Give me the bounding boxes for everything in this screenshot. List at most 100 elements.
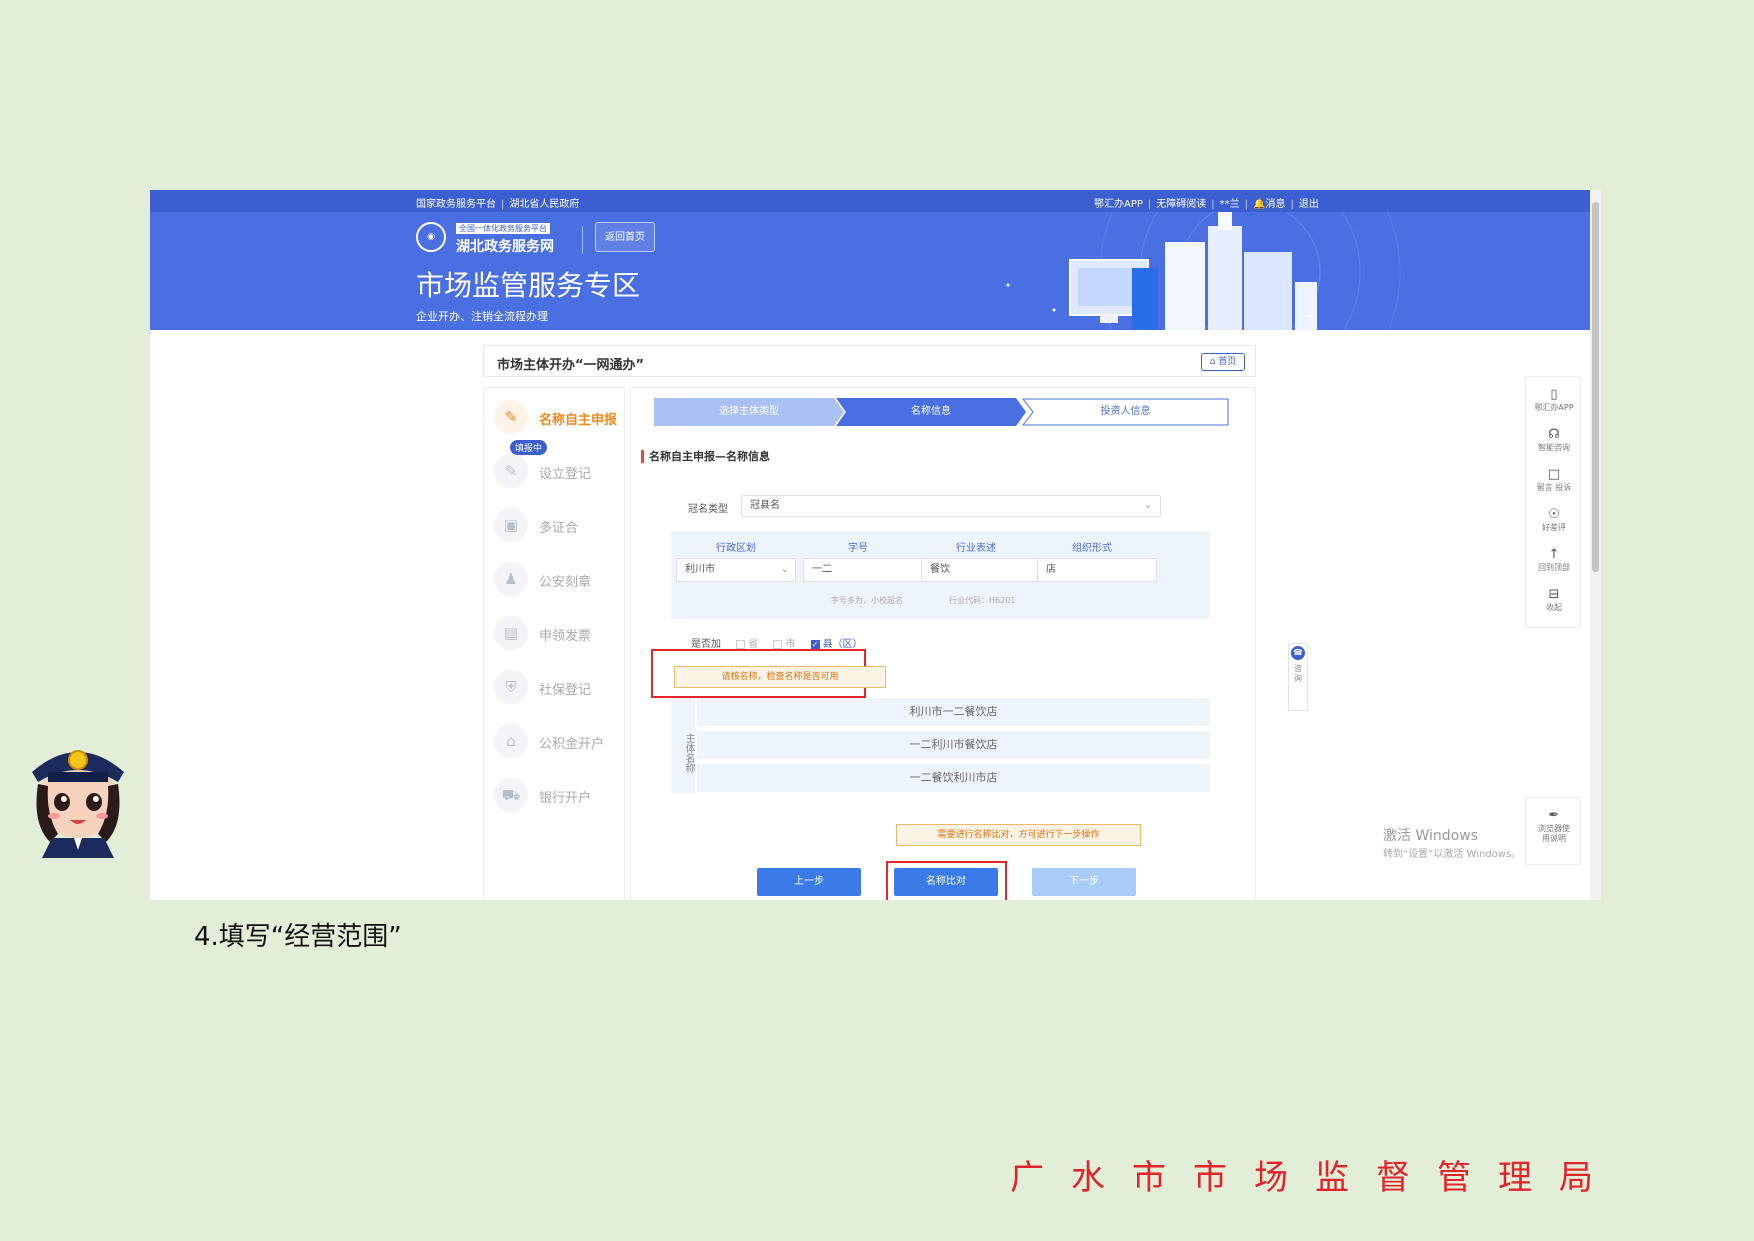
org-form-input[interactable]: 店 <box>1037 558 1157 582</box>
sidebar-item-label: 社保登记 <box>539 683 592 698</box>
sidebar-item-label: 公安刻章 <box>539 575 592 590</box>
process-sidebar: ✎ 名称自主申报 填报中 ✎ 设立登记 ▣ 多证合 ♟ 公安刻章 ▤ 申领发票 … <box>483 387 625 900</box>
form-content: 选择主体类型 名称信息 投资人信息 名称自主申报—名称信息 冠名类型 冠县名 ⌄… <box>630 387 1256 900</box>
next-step-button[interactable]: 下一步 <box>1032 868 1136 896</box>
col-header-org-form: 组织形式 <box>1072 543 1112 554</box>
police-mascot-image <box>32 750 124 858</box>
result-name-row[interactable]: 一二餐饮利川市店 <box>697 764 1210 792</box>
house-icon: ⌂ <box>494 724 528 758</box>
float-item-rating[interactable]: ☉ 好差评 <box>1526 507 1582 533</box>
float-item-message[interactable]: □ 留言 投诉 <box>1526 467 1582 493</box>
phone-call-icon: ☎ <box>1291 646 1305 660</box>
industry-input[interactable]: 餐饮 <box>921 558 1041 582</box>
rating-icon: ☉ <box>1548 507 1560 522</box>
step-name-info[interactable]: 名称信息 <box>836 398 1026 426</box>
sidebar-item-name-declaration[interactable]: ✎ 名称自主申报 填报中 <box>494 400 624 455</box>
check-name-tip: 请核名称，检查名称是否可用 <box>674 666 886 688</box>
name-type-select[interactable]: 冠县名 ⌄ <box>741 495 1161 517</box>
sidebar-item-social-security[interactable]: ⛨ 社保登记 <box>494 670 624 706</box>
city-illustration-icon <box>1006 212 1401 330</box>
home-button[interactable]: ⌂ 首页 <box>1201 353 1245 371</box>
step-label: 投资人信息 <box>1100 406 1151 417</box>
bank-icon: ⛟ <box>494 778 528 812</box>
right-float-toolbar: ▯ 鄂汇办APP ☊ 智能咨询 □ 留言 投诉 ☉ 好差评 ↑ 回到顶部 ⊟ 收… <box>1525 376 1581 628</box>
logo-tagline: 全国一体化政务服务平台 <box>456 223 550 234</box>
certificate-icon: ▣ <box>494 508 528 542</box>
user-name[interactable]: **兰 <box>1220 199 1240 210</box>
link-ehuiban-app[interactable]: 鄂汇办APP <box>1094 199 1143 210</box>
sidebar-item-housing-fund[interactable]: ⌂ 公积金开户 <box>494 724 624 760</box>
admin-level-checkboxes: 是否加 省 市 ✓ 县（区） <box>691 635 863 650</box>
pen-icon: ✒ <box>1548 808 1560 823</box>
message-icon: □ <box>1547 467 1561 482</box>
checkbox-county[interactable]: ✓ <box>810 639 820 649</box>
sidebar-item-multi-certificate[interactable]: ▣ 多证合 <box>494 508 624 544</box>
checkbox-city[interactable] <box>773 639 783 649</box>
back-home-button[interactable]: 返回首页 <box>595 222 655 252</box>
sidebar-item-label: 申领发票 <box>539 629 592 644</box>
prev-step-button[interactable]: 上一步 <box>757 868 861 896</box>
phone-icon: ▯ <box>1550 387 1558 402</box>
consult-tab[interactable]: ☎ 咨询 <box>1288 643 1308 711</box>
float-item-label: 留言 投诉 <box>1536 483 1572 492</box>
emblem-icon: ◉ <box>416 222 446 252</box>
sidebar-item-establish-registration[interactable]: ✎ 设立登记 <box>494 454 624 490</box>
banner-title: 市场监管服务专区 <box>416 269 641 302</box>
chevron-down-icon: ⌄ <box>780 564 789 575</box>
link-hubei-government[interactable]: 湖北省人民政府 <box>509 199 579 210</box>
link-logout[interactable]: 退出 <box>1299 199 1319 210</box>
link-national-platform[interactable]: 国家政务服务平台 <box>416 199 496 210</box>
collapse-icon: ⊟ <box>1548 587 1560 602</box>
trade-name-hint: 字号多为，小校超名 <box>831 596 903 605</box>
windows-activation-subtitle: 转到“设置”以激活 Windows。 <box>1383 849 1522 860</box>
link-messages[interactable]: 消息 <box>1265 199 1285 210</box>
name-type-label: 冠名类型 <box>688 504 728 515</box>
page-title: 市场主体开办“一网通办” <box>497 358 645 373</box>
sidebar-item-label: 设立登记 <box>539 467 592 482</box>
float-item-label: 收起 <box>1546 603 1562 612</box>
sidebar-item-bank-account[interactable]: ⛟ 银行开户 <box>494 778 624 814</box>
scrollbar-thumb[interactable] <box>1592 202 1599 572</box>
checkbox-province[interactable] <box>736 639 746 649</box>
float-item-label: 好差评 <box>1542 523 1566 532</box>
browser-screenshot: 国家政务服务平台 | 湖北省人民政府 鄂汇办APP | 无障碍阅读 | **兰 | 🔔消息 | 退出… <box>150 190 1601 900</box>
region-select[interactable]: 利川市 ⌄ <box>676 558 796 582</box>
shield-icon: ⛨ <box>494 670 528 704</box>
compare-required-tip: 需要进行名称比对，方可进行下一步操作 <box>896 824 1141 846</box>
float-item-label: 回到顶部 <box>1538 563 1570 572</box>
sidebar-item-label: 名称自主申报 <box>539 413 618 428</box>
browser-guide-label: 浏览器使用说明 <box>1538 824 1570 843</box>
sidebar-item-police-seal[interactable]: ♟ 公安刻章 <box>494 562 624 598</box>
trade-name-input[interactable]: 一二 <box>803 558 923 582</box>
chevron-down-icon: ⌄ <box>1143 500 1152 511</box>
consult-tab-label: 咨询 <box>1294 664 1302 683</box>
highlight-box-compare <box>886 861 1007 900</box>
logo-name[interactable]: 湖北政务服务网 <box>456 236 554 256</box>
float-item-back-to-top[interactable]: ↑ 回到顶部 <box>1526 547 1582 573</box>
page-scrollbar[interactable] <box>1590 190 1601 900</box>
float-item-collapse[interactable]: ⊟ 收起 <box>1526 587 1582 613</box>
bell-icon[interactable]: 🔔 <box>1253 199 1265 210</box>
float-item-smart-consult[interactable]: ☊ 智能咨询 <box>1526 427 1582 453</box>
float-item-label: 智能咨询 <box>1538 443 1570 452</box>
step-select-type[interactable]: 选择主体类型 <box>654 398 844 426</box>
step-investor-info[interactable]: 投资人信息 <box>1022 398 1229 426</box>
name-results: 主体名称 利川市一二餐饮店 一二利川市餐饮店 一二餐饮利川市店 <box>671 698 1210 793</box>
browser-guide-item: ✒ 浏览器使用说明 <box>1526 808 1582 844</box>
home-button-label: 首页 <box>1218 357 1237 367</box>
sidebar-item-invoice[interactable]: ▤ 申领发票 <box>494 616 624 652</box>
sidebar-item-label: 公积金开户 <box>539 737 605 752</box>
name-composition-panel: 行政区划 字号 行业表述 组织形式 利川市 ⌄ 一二 餐饮 店 字号多为，小校超… <box>671 531 1210 619</box>
float-item-app[interactable]: ▯ 鄂汇办APP <box>1526 387 1582 413</box>
edit-icon: ✎ <box>494 400 528 434</box>
result-name-row[interactable]: 一二利川市餐饮店 <box>697 731 1210 759</box>
browser-guide-button[interactable]: ✒ 浏览器使用说明 <box>1525 797 1581 865</box>
float-item-label: 鄂汇办APP <box>1534 403 1574 412</box>
name-type-value: 冠县名 <box>750 500 780 511</box>
register-icon: ✎ <box>494 454 528 488</box>
link-accessibility[interactable]: 无障碍阅读 <box>1156 199 1206 210</box>
header-banner: ◉ 全国一体化政务服务平台 湖北政务服务网 返回首页 市场监管服务专区 企业开办… <box>150 212 1590 330</box>
industry-hint: 行业代码：H6201 <box>949 596 1016 605</box>
sidebar-item-label: 多证合 <box>539 521 579 536</box>
result-name-row[interactable]: 利川市一二餐饮店 <box>697 698 1210 726</box>
